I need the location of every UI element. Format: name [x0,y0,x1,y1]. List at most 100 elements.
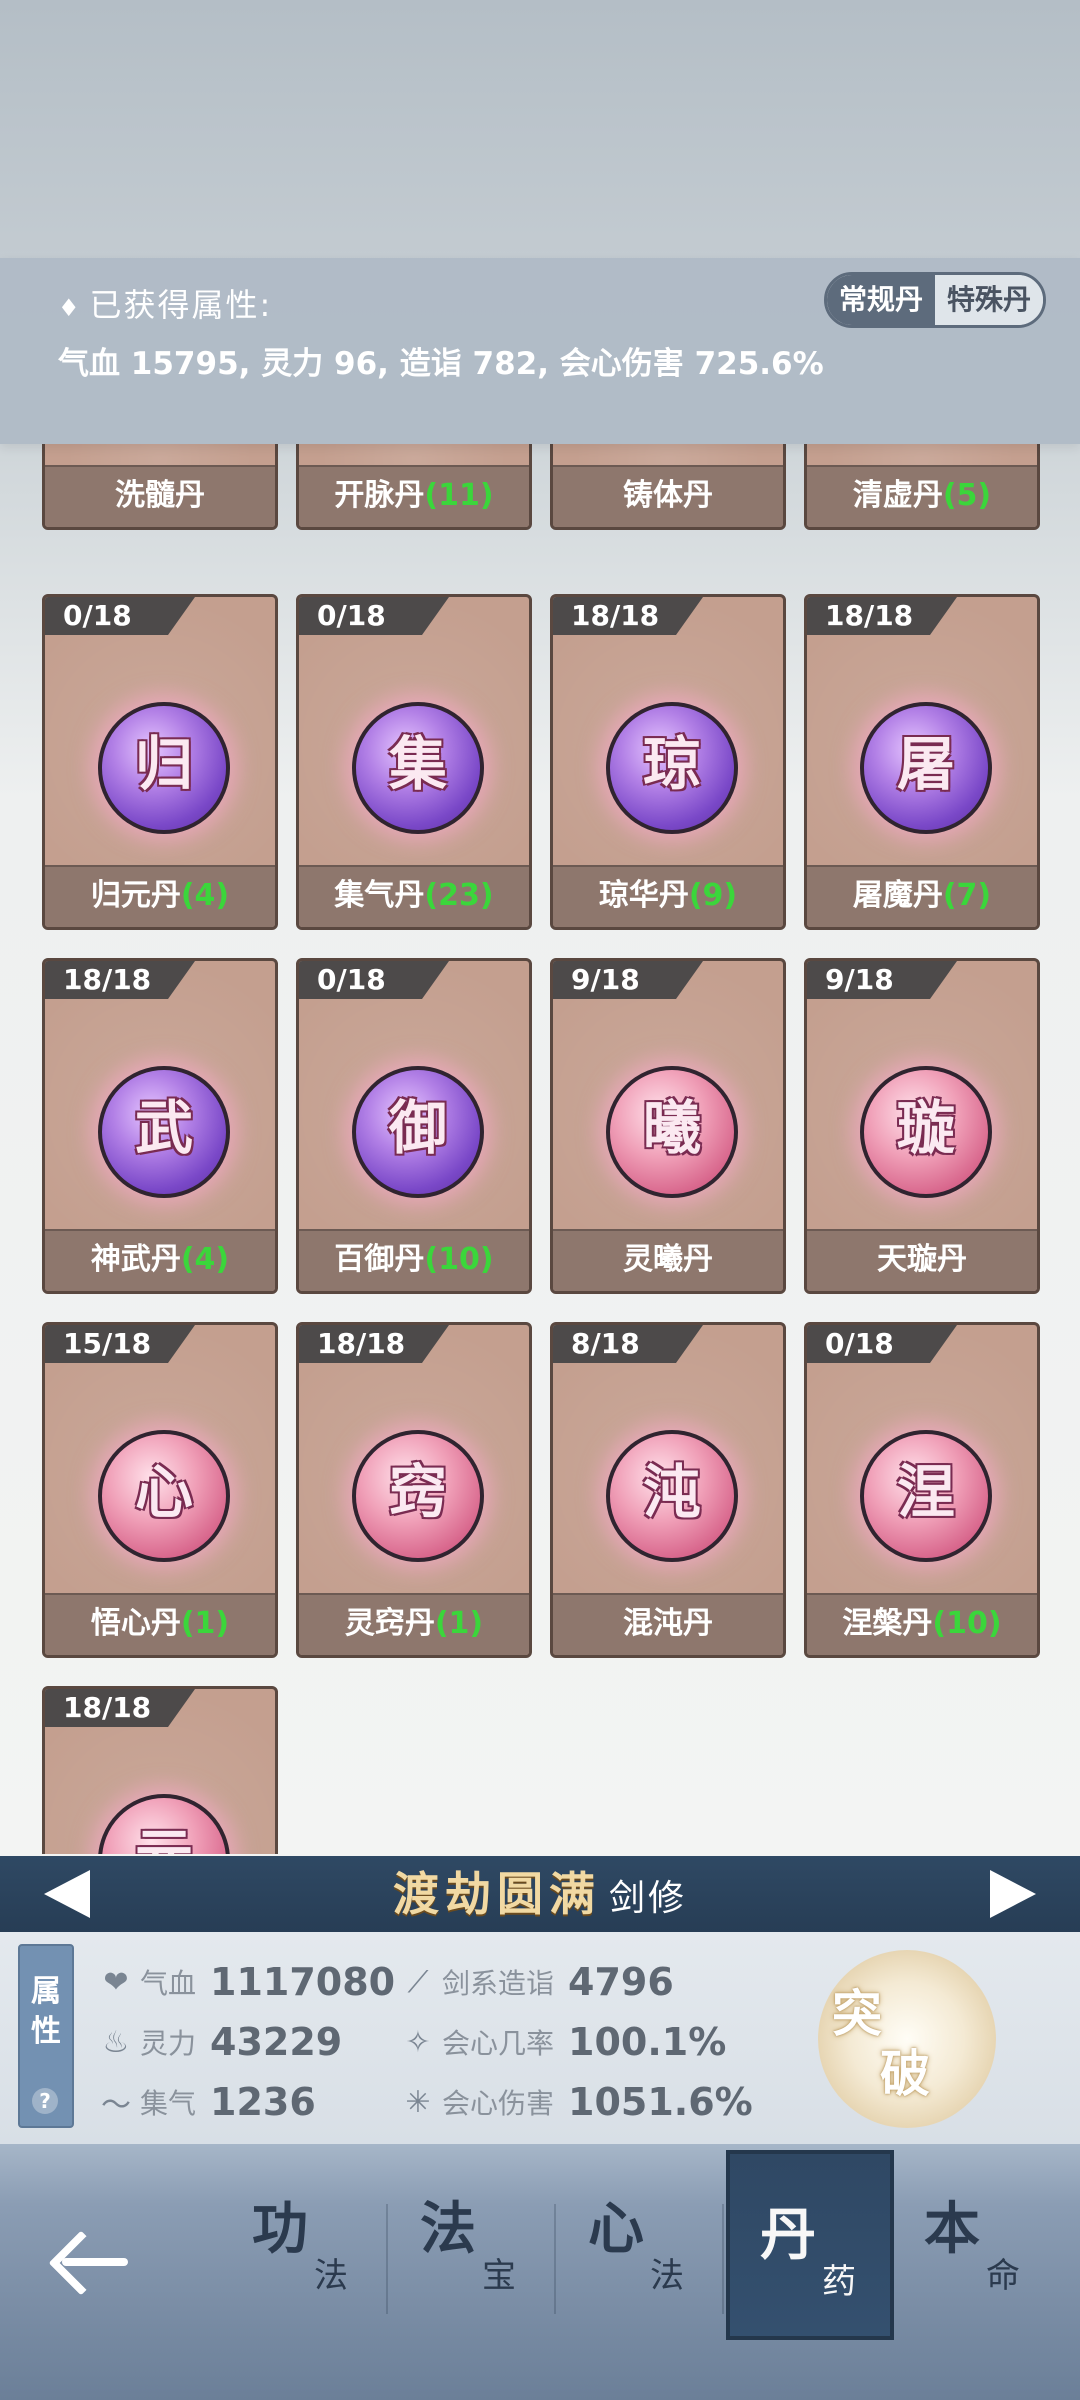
next-stage-arrow-icon[interactable] [990,1870,1036,1918]
pill-label: 归元丹(4) [45,865,275,927]
stat-value: 43229 [210,2020,343,2064]
pill-card[interactable]: 18/18 元 [42,1686,278,1854]
pill-count: 9/18 [825,963,894,996]
pill-card[interactable]: 18/18 屠屠魔丹(7) [804,594,1040,930]
special-pill-tab[interactable]: 特殊丹 [934,275,1043,325]
pill-name: 屠魔丹 [852,878,943,913]
nav-tab-label: 心 [588,2196,644,2262]
pill-card[interactable]: 18/18 窍灵窍丹(1) [296,1322,532,1658]
pill-label: 天璇丹 [807,1229,1037,1291]
pill-card[interactable]: 铸体丹 [550,444,786,530]
breakthrough-char-2: 破 [880,2044,930,2103]
pill-card[interactable]: 8/18 沌混沌丹 [550,1322,786,1658]
nav-tab-label: 功 [252,2196,308,2262]
help-icon[interactable]: ? [32,2088,58,2114]
pill-card[interactable]: 18/18 武神武丹(4) [42,958,278,1294]
pill-icon-char: 归 [134,729,193,798]
stat-row: ✳ 会心伤害 1051.6% [398,2078,752,2126]
obtained-attributes-value: 气血 15795, 灵力 96, 造诣 782, 会心伤害 725.6% [58,346,824,382]
stat-row: 〜集气 1236 [96,2078,316,2126]
stage-title: 渡劫圆满 剑修 [0,1856,1080,1943]
pill-card[interactable]: 18/18 琼琼华丹(9) [550,594,786,930]
pill-count: 0/18 [317,599,386,632]
stat-value: 100.1% [568,2020,727,2064]
pill-count: 18/18 [571,599,660,632]
header-background [0,0,1080,260]
pill-count: 18/18 [63,963,152,996]
pill-count: 8/18 [571,1327,640,1360]
pill-quantity: (1) [434,1606,484,1641]
regular-pill-tab[interactable]: 常规丹 [826,275,935,325]
pill-card[interactable]: 开脉丹(11) [296,444,532,530]
pill-card[interactable]: 15/18 心悟心丹(1) [42,1322,278,1658]
pill-label: 清虚丹(5) [807,465,1037,527]
stat-name: 集气 [140,2087,197,2120]
pill-name: 悟心丹 [90,1606,181,1641]
pill-icon-char: 集 [388,729,447,798]
pill-icon-char: 琼 [642,729,701,798]
stage-bar: 渡劫圆满 剑修 [0,1856,1080,1932]
pill-label: 百御丹(10) [299,1229,529,1291]
pill-name: 神武丹 [90,1242,181,1277]
stat-row: ❤ 气血 1117080 [96,1958,395,2006]
nav-tab[interactable]: 心法 [558,2184,726,2334]
nav-tab[interactable]: 丹药 [726,2150,894,2340]
pill-card[interactable]: 0/18 御百御丹(10) [296,958,532,1294]
back-arrow-icon[interactable] [48,2222,132,2302]
pill-icon-char: 曦 [642,1093,701,1162]
pill-type-toggle[interactable]: 常规丹 特殊丹 [823,272,1046,328]
pill-card[interactable]: 清虚丹(5) [804,444,1040,530]
pill-quantity: (23) [424,878,494,913]
pill-icon: 归 [98,701,230,834]
burst-icon: ✳ [405,2084,431,2120]
nav-tab[interactable]: 法宝 [390,2184,558,2334]
bottom-nav: 功法法宝心法丹药本命 [0,2144,1080,2400]
nav-tab-sublabel: 药 [822,2262,856,2302]
pill-card[interactable]: 0/18 集集气丹(23) [296,594,532,930]
nav-tab[interactable]: 本命 [894,2184,1062,2334]
pill-card[interactable]: 洗髓丹 [42,444,278,530]
stat-row: ✧ 会心几率 100.1% [398,2018,726,2066]
pill-card[interactable]: 0/18 归归元丹(4) [42,594,278,930]
tab-divider [722,2204,724,2314]
nav-tab-sublabel: 法 [650,2256,684,2296]
pill-quantity: (5) [942,478,992,513]
obtained-attributes-title: ♦ 已获得属性: [58,286,273,324]
pill-card[interactable]: 9/18 璇天璇丹 [804,958,1040,1294]
pill-label: 灵曦丹 [553,1229,783,1291]
breakthrough-button[interactable]: 突 破 [818,1950,996,2128]
stat-name: 气血 [140,1967,197,2000]
nav-tab-sublabel: 命 [986,2256,1020,2296]
pill-name: 开脉丹 [334,478,425,513]
heart-icon: ❤ [103,1964,129,2000]
pill-icon-char: 御 [388,1093,447,1162]
pill-icon-char: 窍 [388,1457,447,1526]
pill-quantity: (10) [932,1606,1002,1641]
pill-icon-char: 心 [134,1457,193,1526]
pill-label: 灵窍丹(1) [299,1593,529,1655]
nav-tab-label: 本 [924,2196,980,2262]
obtained-attributes-panel: ♦ 已获得属性: 气血 15795, 灵力 96, 造诣 782, 会心伤害 72… [0,258,1080,444]
pill-icon-char: 璇 [896,1093,955,1162]
pill-count: 0/18 [63,599,132,632]
pill-card[interactable]: 0/18 涅涅槃丹(10) [804,1322,1040,1658]
stat-value: 1236 [210,2080,316,2124]
pill-label: 神武丹(4) [45,1229,275,1291]
pill-icon: 心 [98,1429,230,1562]
pill-card[interactable]: 9/18 曦灵曦丹 [550,958,786,1294]
pill-name: 集气丹 [334,878,425,913]
attribute-stats-panel: 属 性 ? ❤ 气血 1117080 ♨ 灵力 43229 〜集气 1236 ⟋ 剑系造诣 479… [0,1932,1080,2144]
attributes-tag[interactable]: 属 性 ? [18,1944,74,2128]
pill-label: 铸体丹 [553,465,783,527]
pill-name: 天璇丹 [877,1242,967,1277]
pill-label: 洗髓丹 [45,465,275,527]
nav-tab[interactable]: 功法 [222,2184,390,2334]
spiral-icon: ✧ [405,2024,431,2060]
pill-name: 灵曦丹 [623,1242,713,1277]
nav-tab-label: 丹 [760,2202,816,2268]
pill-quantity: (4) [180,878,230,913]
pill-label: 琼华丹(9) [553,865,783,927]
pill-icon: 涅 [860,1429,992,1562]
nav-tab-sublabel: 宝 [482,2256,516,2296]
pill-count: 0/18 [825,1327,894,1360]
